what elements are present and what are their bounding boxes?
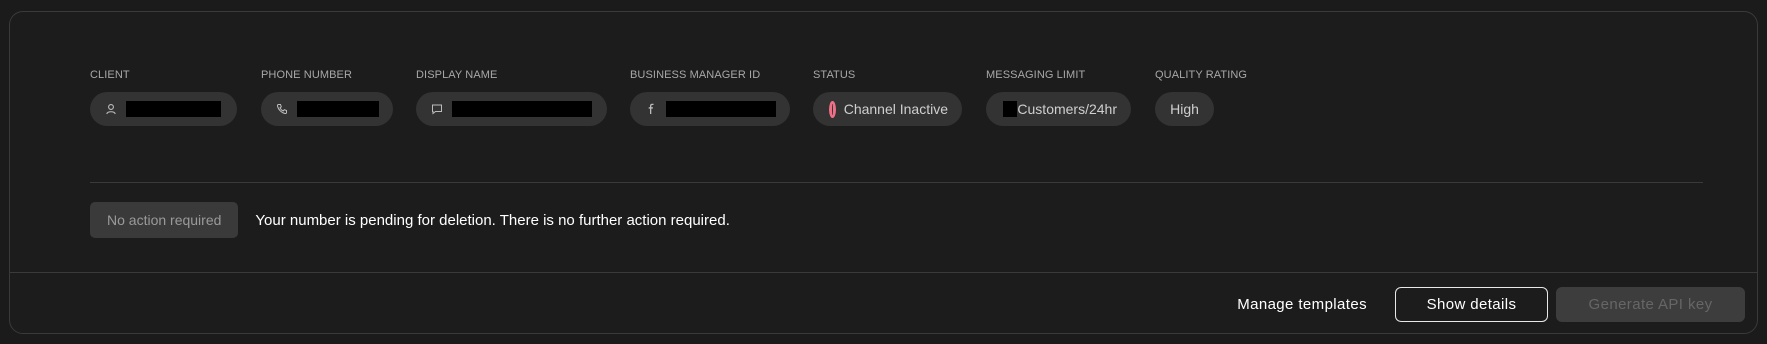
client-field: CLIENT: [90, 68, 237, 126]
notice-row: No action required Your number is pendin…: [90, 202, 730, 238]
section-divider: [90, 182, 1703, 183]
generate-api-key-button[interactable]: Generate API key: [1556, 287, 1745, 322]
quality-pill: High: [1155, 92, 1214, 126]
client-label: CLIENT: [90, 69, 130, 81]
footer-divider: [10, 272, 1757, 273]
display-name-value-redacted: [452, 101, 592, 117]
bm-id-field: BUSINESS MANAGER ID: [630, 68, 790, 126]
bm-id-value-redacted: [666, 101, 776, 117]
messaging-limit-pill: Customers/24hr: [986, 92, 1131, 126]
quality-label: QUALITY RATING: [1155, 69, 1248, 81]
quality-value: High: [1170, 101, 1199, 117]
messaging-limit-value: Customers/24hr: [1017, 101, 1117, 117]
phone-icon: [275, 102, 289, 116]
quality-field: QUALITY RATING High: [1155, 68, 1248, 126]
channel-card: CLIENT PHONE NUMBER DISPLAY NAME BUSINES…: [9, 11, 1758, 334]
messaging-limit-label: MESSAGING LIMIT: [986, 69, 1086, 81]
no-action-badge: No action required: [90, 202, 239, 238]
manage-templates-button[interactable]: Manage templates: [1209, 287, 1395, 322]
status-label: STATUS: [813, 69, 856, 81]
display-name-label: DISPLAY NAME: [416, 69, 498, 81]
bm-id-pill: [630, 92, 790, 126]
client-value-redacted: [126, 101, 221, 117]
user-icon: [104, 102, 118, 116]
status-ring-icon: [829, 100, 836, 118]
status-value: Channel Inactive: [843, 101, 948, 117]
status-pill: Channel Inactive: [813, 92, 962, 126]
phone-pill: [261, 92, 393, 126]
client-pill: [90, 92, 237, 126]
messaging-limit-number-redacted: [1003, 101, 1018, 117]
messaging-limit-field: MESSAGING LIMIT Customers/24hr: [986, 68, 1131, 126]
bm-id-label: BUSINESS MANAGER ID: [630, 69, 761, 81]
notice-text: Your number is pending for deletion. The…: [255, 211, 730, 229]
chat-icon: [430, 102, 444, 116]
show-details-button[interactable]: Show details: [1395, 287, 1548, 322]
phone-value-redacted: [297, 101, 379, 117]
display-name-pill: [416, 92, 607, 126]
facebook-icon: [644, 102, 658, 116]
phone-label: PHONE NUMBER: [261, 69, 353, 81]
channel-fields: CLIENT PHONE NUMBER DISPLAY NAME BUSINES…: [90, 68, 1757, 128]
phone-field: PHONE NUMBER: [261, 68, 393, 126]
footer-actions: Manage templates Show details Generate A…: [1209, 287, 1745, 322]
display-name-field: DISPLAY NAME: [416, 68, 607, 126]
status-field: STATUS Channel Inactive: [813, 68, 962, 126]
